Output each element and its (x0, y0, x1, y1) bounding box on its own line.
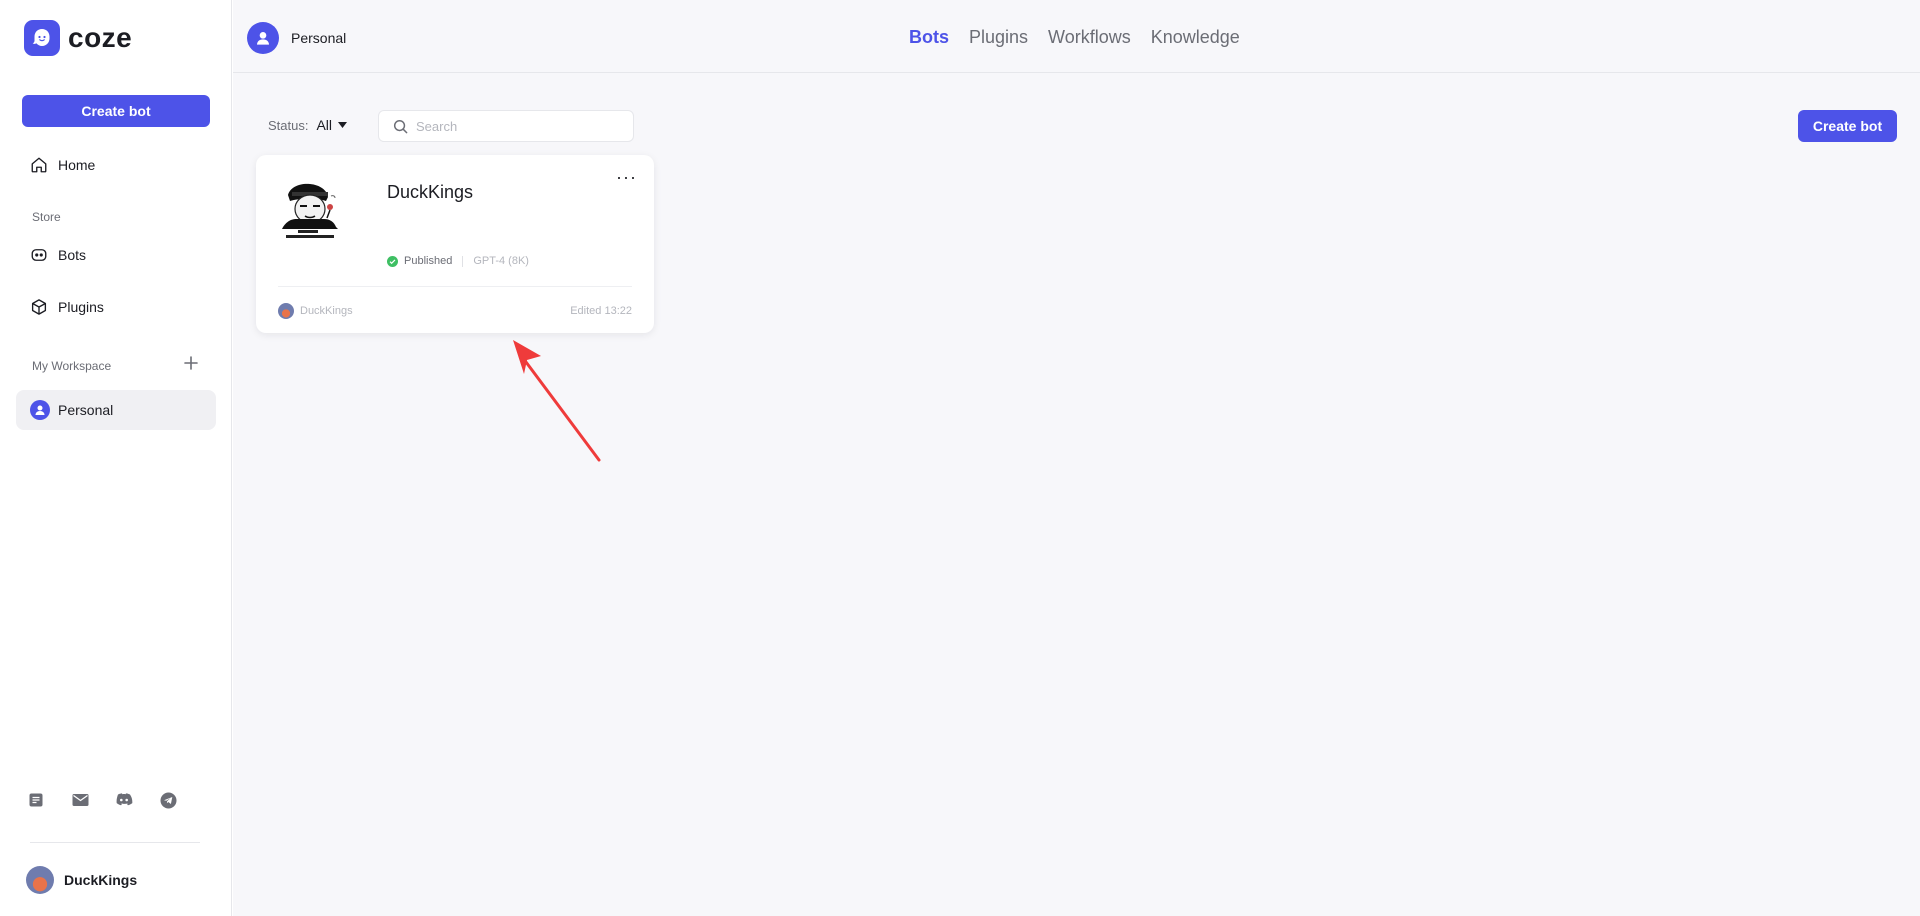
bot-status-label: Published (404, 255, 453, 267)
space-avatar-icon (247, 22, 279, 54)
status-filter: Status: All (268, 117, 348, 133)
bot-model: GPT-4 (8K) (473, 255, 529, 267)
coze-logo[interactable]: coze (24, 20, 132, 56)
add-workspace-icon[interactable] (182, 354, 200, 372)
status-filter-value: All (316, 117, 333, 133)
tab-workflows[interactable]: Workflows (1048, 27, 1131, 48)
tab-plugins[interactable]: Plugins (969, 27, 1028, 48)
create-bot-button[interactable]: Create bot (1798, 110, 1897, 142)
space-name: Personal (291, 30, 347, 46)
bot-avatar-meme-image (278, 177, 346, 245)
bot-owner-name: DuckKings (300, 305, 353, 317)
bot-name: DuckKings (387, 182, 474, 202)
sidebar: coze Create bot Home Store Bots Plugins (0, 0, 232, 916)
tab-bots[interactable]: Bots (909, 27, 949, 48)
sidebar-item-plugins-label: Plugins (58, 299, 104, 315)
sidebar-item-bots-label: Bots (58, 247, 87, 263)
cube-icon (31, 299, 47, 315)
user-avatar (26, 866, 54, 894)
search-input[interactable] (416, 118, 626, 134)
owner-avatar (278, 303, 294, 319)
personal-avatar-icon (30, 400, 50, 420)
status-filter-label: Status: (268, 117, 309, 133)
space-switcher[interactable]: Personal (247, 22, 346, 54)
status-separator (462, 255, 464, 267)
published-check-icon (387, 255, 398, 267)
bot-card[interactable]: DuckKings ··· Published GPT-4 (8K) DuckK… (256, 155, 654, 333)
home-icon (31, 157, 47, 173)
sidebar-item-personal-label: Personal (58, 402, 114, 418)
main-area: Personal Bots Plugins Workflows Knowledg… (233, 0, 1920, 916)
user-name: DuckKings (64, 872, 138, 888)
top-tabs: Bots Plugins Workflows Knowledge (909, 27, 1240, 48)
workspace-section-label: My Workspace (32, 359, 112, 373)
bot-icon (31, 249, 47, 261)
sidebar-item-plugins[interactable]: Plugins (16, 287, 216, 327)
more-options-icon[interactable]: ··· (616, 167, 637, 188)
coze-logo-icon (24, 20, 60, 56)
telegram-icon[interactable] (158, 790, 178, 810)
search-icon (393, 119, 408, 133)
mail-icon[interactable] (70, 790, 90, 810)
card-divider (278, 286, 632, 287)
discord-icon[interactable] (114, 790, 134, 810)
top-bar: Personal Bots Plugins Workflows Knowledg… (233, 0, 1920, 73)
sidebar-divider (30, 842, 200, 843)
caret-down-icon (338, 122, 348, 128)
coze-logo-text: coze (68, 22, 133, 53)
sidebar-create-bot-button[interactable]: Create bot (22, 95, 210, 127)
doc-icon[interactable] (26, 790, 46, 810)
bot-owner: DuckKings (278, 303, 353, 319)
sidebar-item-personal[interactable]: Personal (16, 390, 216, 430)
tab-knowledge[interactable]: Knowledge (1151, 27, 1240, 48)
sidebar-item-home-label: Home (58, 157, 96, 173)
sidebar-item-bots[interactable]: Bots (16, 235, 216, 275)
bot-edited-time: Edited 13:22 (570, 305, 632, 317)
search-box[interactable] (378, 110, 634, 142)
sidebar-bottom-links (26, 790, 178, 810)
annotation-arrow-icon (513, 340, 601, 462)
store-section-label: Store (32, 210, 61, 224)
status-filter-select[interactable]: All (316, 117, 348, 133)
bot-status: Published GPT-4 (8K) (387, 255, 529, 267)
coze-app: coze Create bot Home Store Bots Plugins (0, 0, 1920, 916)
user-profile[interactable]: DuckKings (26, 866, 137, 894)
sidebar-item-home[interactable]: Home (16, 145, 216, 185)
